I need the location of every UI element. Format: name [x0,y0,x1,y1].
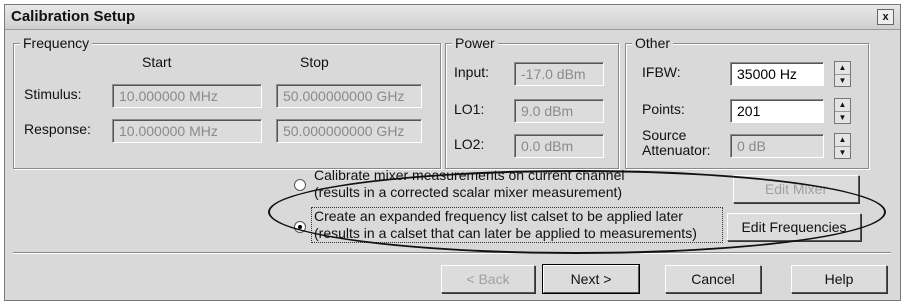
help-button[interactable]: Help [791,265,887,293]
spin-up-icon[interactable]: ▲ [835,99,850,112]
ifbw-field[interactable]: 35000 Hz [730,62,824,86]
lo1-label: LO1: [454,101,485,117]
points-label: Points: [642,101,685,117]
source-attenuator-label-1: Source [642,127,687,143]
option1-line2: (results in a corrected scalar mixer mea… [314,184,623,200]
dialog-title: Calibration Setup [11,8,136,25]
back-button[interactable]: < Back [441,265,535,293]
frequency-group-label: Frequency [20,35,93,51]
lo2-label: LO2: [454,136,485,152]
option2-line1: Create an expanded frequency list calset… [314,208,683,224]
calibration-setup-dialog: Calibration Setup x Frequency Start Stop… [4,4,901,301]
power-group: Power Input: -17.0 dBm LO1: 9.0 dBm LO2:… [445,35,619,169]
spin-up-icon[interactable]: ▲ [835,134,850,147]
ifbw-spinner[interactable]: ▲ ▼ [834,61,851,87]
calibrate-mixer-radio[interactable] [294,179,306,191]
edit-mixer-button[interactable]: Edit Mixer [733,175,859,203]
stimulus-label: Stimulus: [24,86,82,102]
start-header: Start [142,54,172,70]
other-group-label: Other [632,35,674,51]
response-start-field[interactable]: 10.000000 MHz [112,119,262,143]
close-icon[interactable]: x [877,9,894,25]
response-stop-field[interactable]: 50.000000000 GHz [276,119,422,143]
spin-up-icon[interactable]: ▲ [835,62,850,75]
option2-text[interactable]: Create an expanded frequency list calset… [311,207,723,243]
spin-down-icon[interactable]: ▼ [835,147,850,159]
source-attenuator-field[interactable]: 0 dB [730,134,824,158]
ifbw-label: IFBW: [642,64,681,80]
input-power-field[interactable]: -17.0 dBm [514,62,604,86]
attenuator-spinner[interactable]: ▲ ▼ [834,133,851,159]
response-label: Response: [24,121,91,137]
title-bar: Calibration Setup x [5,5,900,30]
stimulus-start-field[interactable]: 10.000000 MHz [112,84,262,108]
lo1-power-field[interactable]: 9.0 dBm [514,99,604,123]
separator [13,252,891,254]
next-button[interactable]: Next > [542,264,640,294]
frequency-group: Frequency Start Stop Stimulus: 10.000000… [13,35,441,169]
stop-header: Stop [300,54,329,70]
spin-down-icon[interactable]: ▼ [835,75,850,87]
option2-line2: (results in a calset that can later be a… [314,225,697,241]
source-attenuator-label-2: Attenuator: [642,142,711,158]
edit-frequencies-button[interactable]: Edit Frequencies [727,213,861,241]
lo2-power-field[interactable]: 0.0 dBm [514,134,604,158]
expanded-frequency-radio[interactable] [294,221,306,233]
power-group-label: Power [452,35,498,51]
points-field[interactable]: 201 [730,99,824,123]
spin-down-icon[interactable]: ▼ [835,112,850,124]
other-group: Other IFBW: 35000 Hz ▲ ▼ Points: 201 ▲ ▼ S… [625,35,869,169]
points-spinner[interactable]: ▲ ▼ [834,98,851,124]
input-label: Input: [454,64,490,80]
option1-line1: Calibrate mixer measurements on current … [314,167,625,183]
stimulus-stop-field[interactable]: 50.000000000 GHz [276,84,422,108]
cancel-button[interactable]: Cancel [665,265,761,293]
